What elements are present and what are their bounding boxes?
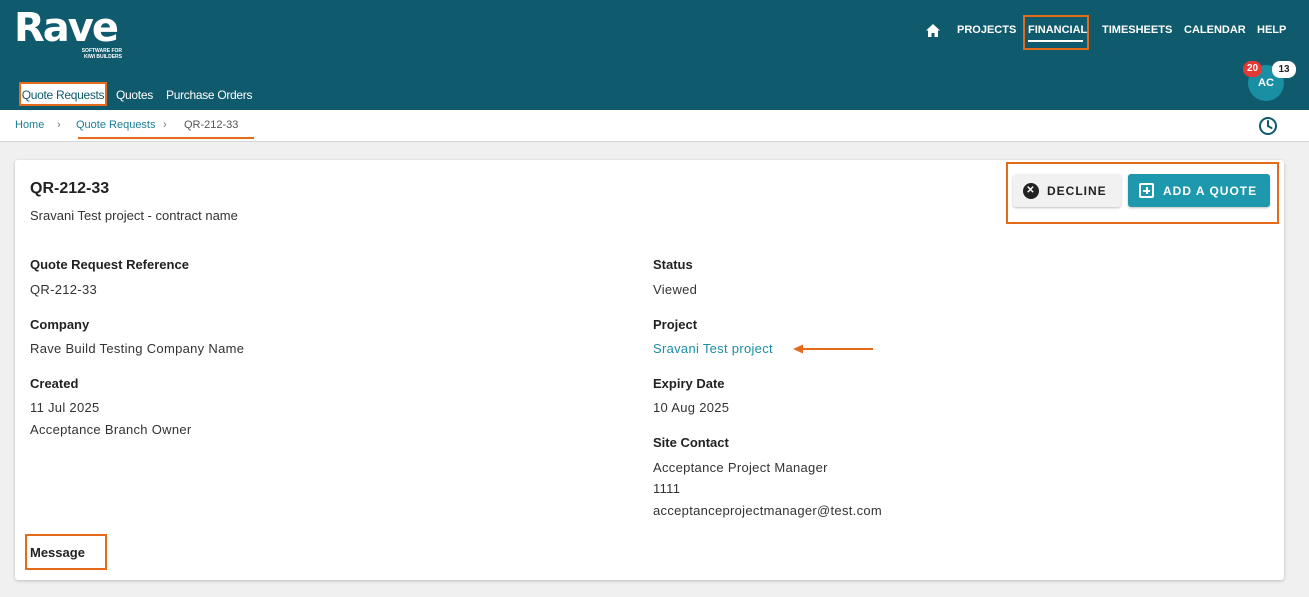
nav-calendar[interactable]: CALENDAR xyxy=(1184,24,1246,36)
notification-badge-white[interactable]: 13 xyxy=(1272,61,1296,78)
add-box-icon xyxy=(1139,183,1154,198)
add-quote-label: ADD A QUOTE xyxy=(1163,183,1258,198)
project-label: Project xyxy=(653,317,698,332)
subtab-quotes[interactable]: Quotes xyxy=(116,88,153,102)
created-by: Acceptance Branch Owner xyxy=(30,422,192,437)
history-clock-icon[interactable] xyxy=(1258,116,1278,136)
breadcrumb-home[interactable]: Home xyxy=(15,119,44,131)
nav-projects[interactable]: PROJECTS xyxy=(957,24,1016,36)
reference-label: Quote Request Reference xyxy=(30,257,189,272)
breadcrumb-separator: › xyxy=(163,119,167,131)
created-label: Created xyxy=(30,376,79,391)
home-icon[interactable] xyxy=(926,24,940,37)
annotation-arrow-icon xyxy=(793,344,873,354)
nav-help[interactable]: HELP xyxy=(1257,24,1286,36)
logo-tagline: SOFTWARE FOR KIWI BUILDERS xyxy=(81,48,122,60)
close-circle-icon: ✕ xyxy=(1023,182,1039,199)
status-label: Status xyxy=(653,257,693,272)
site-contact-email: acceptanceprojectmanager@test.com xyxy=(653,503,883,518)
nav-financial-highlight xyxy=(1023,15,1089,50)
breadcrumb: Home › Quote Requests › QR-212-33 xyxy=(0,110,1309,142)
quote-request-card: QR-212-33 Sravani Test project - contrac… xyxy=(15,160,1284,580)
rave-logo[interactable]: Rave SOFTWARE FOR KIWI BUILDERS xyxy=(14,5,122,60)
site-contact-phone: 1111 xyxy=(653,481,681,496)
decline-button[interactable]: ✕ DECLINE xyxy=(1013,174,1121,207)
site-contact-name: Acceptance Project Manager xyxy=(653,460,828,475)
subtab-purchase-orders[interactable]: Purchase Orders xyxy=(166,88,253,102)
page-subtitle: Sravani Test project - contract name xyxy=(30,208,238,223)
breadcrumb-quote-requests[interactable]: Quote Requests xyxy=(76,119,156,131)
page-title: QR-212-33 xyxy=(30,180,110,197)
subtab-highlight xyxy=(19,82,107,106)
project-link[interactable]: Sravani Test project xyxy=(653,341,773,356)
breadcrumb-separator: › xyxy=(57,119,61,131)
expiry-label: Expiry Date xyxy=(653,376,725,391)
breadcrumb-current: QR-212-33 xyxy=(184,119,239,131)
site-contact-label: Site Contact xyxy=(653,435,729,450)
status-value: Viewed xyxy=(653,282,698,297)
expiry-value: 10 Aug 2025 xyxy=(653,400,730,415)
logo-wordmark: Rave xyxy=(14,5,119,51)
message-highlight xyxy=(25,534,107,570)
created-date: 11 Jul 2025 xyxy=(30,400,100,415)
reference-value: QR-212-33 xyxy=(30,282,98,297)
top-bar: Rave SOFTWARE FOR KIWI BUILDERS PROJECTS… xyxy=(0,0,1309,110)
breadcrumb-underline-annotation xyxy=(78,137,254,139)
notification-badge-red[interactable]: 20 xyxy=(1243,61,1262,77)
company-value: Rave Build Testing Company Name xyxy=(30,341,245,356)
company-label: Company xyxy=(30,317,90,332)
nav-timesheets[interactable]: TIMESHEETS xyxy=(1102,24,1172,36)
decline-label: DECLINE xyxy=(1047,183,1107,198)
add-quote-button[interactable]: ADD A QUOTE xyxy=(1128,174,1270,207)
